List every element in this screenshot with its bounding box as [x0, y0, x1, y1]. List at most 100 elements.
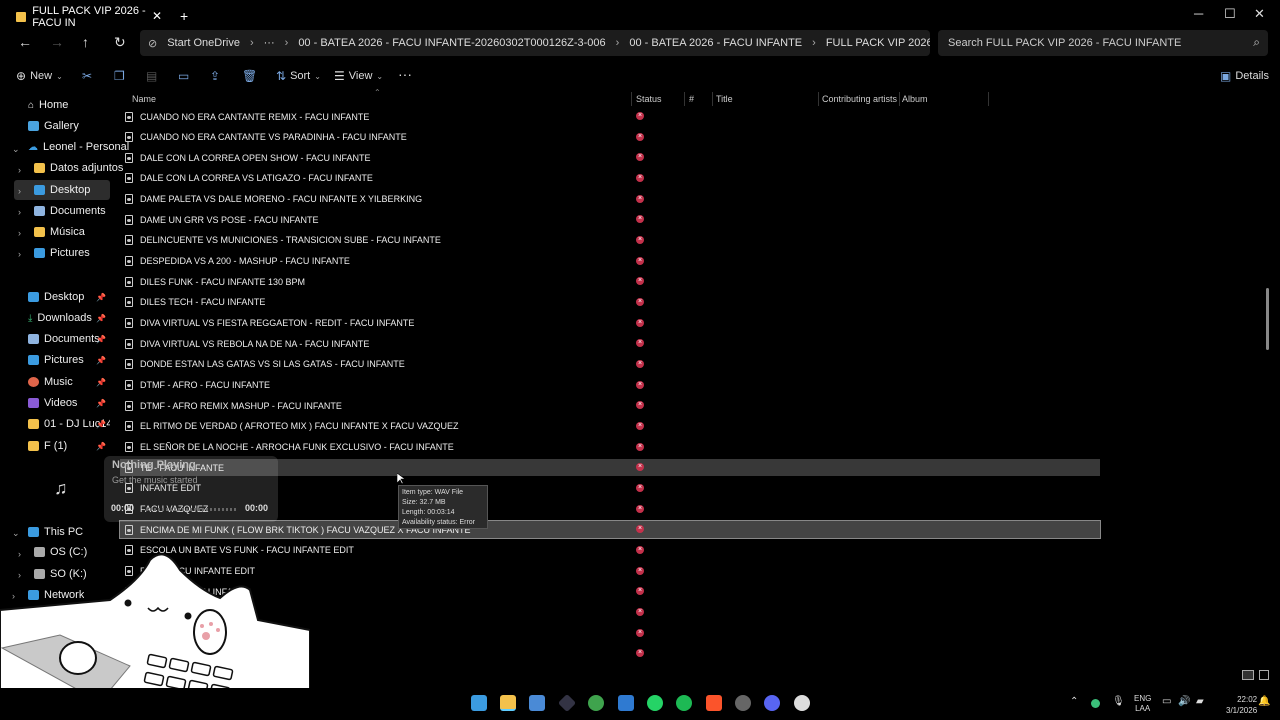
- chevron-down-icon[interactable]: ⌄: [12, 528, 20, 539]
- file-row[interactable]: DILES FUNK - FACU INFANTE 130 BPM ×: [120, 273, 1100, 290]
- status-dot-icon[interactable]: [1091, 699, 1100, 708]
- minimize-button[interactable]: ─: [1194, 6, 1203, 21]
- file-row[interactable]: DESPEDIDA VS A 200 - MASHUP - FACU INFAN…: [120, 253, 1100, 270]
- quick-access-f1[interactable]: F (1) 📌: [28, 436, 110, 456]
- breadcrumb-onedrive[interactable]: Start OneDrive: [167, 37, 240, 49]
- sidebar-item-documents[interactable]: Documents: [34, 201, 106, 221]
- close-window-button[interactable]: ✕: [1254, 6, 1265, 22]
- tray-overflow-icon[interactable]: ⌃: [1070, 697, 1078, 707]
- file-row[interactable]: DIVA VIRTUAL VS FIESTA REGGAETON - REDIT…: [120, 315, 1100, 332]
- close-tab-icon[interactable]: ✕: [152, 9, 162, 23]
- quick-access-desktop[interactable]: Desktop 📌: [28, 287, 110, 307]
- quick-access-downloads[interactable]: ⤓ Downloads 📌: [28, 308, 110, 328]
- file-row[interactable]: DAME UN GRR VS POSE - FACU INFANTE ×: [120, 211, 1100, 228]
- file-explorer-icon[interactable]: [500, 695, 516, 711]
- refresh-button[interactable]: ↻: [114, 34, 126, 51]
- search-input[interactable]: Search FULL PACK VIP 2026 - FACU INFANTE…: [938, 30, 1268, 56]
- battery-icon[interactable]: ▰: [1196, 697, 1204, 707]
- sidebar-item-home[interactable]: ⌂ Home: [28, 95, 68, 115]
- breadcrumb[interactable]: ⊘ Start OneDrive › ··· › 00 - BATEA 2026…: [140, 30, 930, 56]
- breadcrumb-ellipsis[interactable]: ···: [264, 37, 275, 49]
- sort-button[interactable]: ⇅ Sort ⌄: [276, 69, 321, 83]
- share-button[interactable]: ⇪: [210, 69, 220, 83]
- media-player-icon[interactable]: [794, 695, 810, 711]
- file-row[interactable]: DTMF - AFRO - FACU INFANTE ×: [120, 377, 1100, 394]
- file-row[interactable]: DELINCUENTE VS MUNICIONES - TRANSICION S…: [120, 232, 1100, 249]
- new-tab-button[interactable]: +: [180, 8, 188, 24]
- file-row[interactable]: EL SEÑOR DE LA NOCHE - ARROCHA FUNK EXCL…: [120, 439, 1100, 456]
- steam-icon[interactable]: [735, 695, 751, 711]
- sidebar-item-datos[interactable]: Datos adjuntos: [34, 158, 123, 178]
- player-progress[interactable]: [146, 508, 238, 511]
- breadcrumb-item[interactable]: 00 - BATEA 2026 - FACU INFANTE: [629, 37, 802, 49]
- file-row[interactable]: DILES TECH - FACU INFANTE ×: [120, 294, 1100, 311]
- file-row[interactable]: EL RITMO DE VERDAD ( AFROTEO MIX ) FACU …: [120, 418, 1100, 435]
- column-divider[interactable]: [818, 92, 819, 106]
- column-artists[interactable]: Contributing artists: [822, 94, 897, 104]
- column-status[interactable]: Status: [636, 94, 662, 104]
- quick-access-pictures[interactable]: Pictures 📌: [28, 350, 110, 370]
- sidebar-item-desktop[interactable]: Desktop: [14, 180, 110, 200]
- column-number[interactable]: #: [689, 94, 694, 104]
- view-button[interactable]: ☰ View ⌄: [334, 69, 383, 83]
- up-button[interactable]: ↑: [82, 34, 89, 50]
- rename-button[interactable]: ▭: [178, 69, 189, 83]
- sidebar-item-gallery[interactable]: Gallery: [28, 116, 79, 136]
- sidebar-item-pictures[interactable]: Pictures: [34, 243, 90, 263]
- chevron-right-icon[interactable]: ›: [18, 228, 21, 238]
- chevron-right-icon[interactable]: ›: [18, 186, 21, 196]
- cut-button[interactable]: ✂: [82, 69, 92, 83]
- back-button[interactable]: ←: [18, 34, 32, 50]
- quick-access-documents[interactable]: Documents 📌: [28, 329, 110, 349]
- notification-icon[interactable]: 🔔: [1258, 697, 1270, 707]
- discord-icon[interactable]: [764, 695, 780, 711]
- file-row[interactable]: DAME PALETA VS DALE MORENO - FACU INFANT…: [120, 191, 1100, 208]
- quick-access-dj[interactable]: 01 - DJ Luc14no📌: [28, 414, 110, 434]
- start-icon[interactable]: [471, 695, 487, 711]
- sidebar-item-this-pc[interactable]: This PC: [28, 522, 83, 542]
- language-indicator[interactable]: ENG LAA: [1134, 694, 1151, 714]
- spotify-icon[interactable]: [676, 695, 692, 711]
- file-row[interactable]: DIVA VIRTUAL VS REBOLA NA DE NA - FACU I…: [120, 335, 1100, 352]
- column-divider[interactable]: [712, 92, 713, 106]
- clock[interactable]: 22:02 3/1/2026: [1226, 694, 1257, 716]
- quick-access-music[interactable]: Music 📌: [28, 372, 110, 392]
- column-divider[interactable]: [631, 92, 632, 106]
- file-row[interactable]: CUANDO NO ERA CANTANTE VS PARADINHA - FA…: [120, 129, 1100, 146]
- column-title[interactable]: Title: [716, 94, 733, 104]
- file-row[interactable]: DONDE ESTAN LAS GATAS VS SI LAS GATAS - …: [120, 356, 1100, 373]
- forward-button[interactable]: →: [50, 34, 64, 50]
- chevron-down-icon[interactable]: ⌄: [12, 144, 20, 155]
- more-button[interactable]: ···: [398, 66, 412, 82]
- store-icon[interactable]: [529, 695, 545, 711]
- brave-icon[interactable]: [706, 695, 722, 711]
- delete-button[interactable]: 🗑: [242, 69, 257, 83]
- volume-icon[interactable]: 🔊: [1178, 697, 1190, 707]
- vertical-scrollbar[interactable]: [1266, 288, 1269, 350]
- chevron-right-icon[interactable]: ›: [18, 249, 21, 259]
- column-album[interactable]: Album: [902, 94, 928, 104]
- file-row[interactable]: DTMF - AFRO REMIX MASHUP - FACU INFANTE ×: [120, 397, 1100, 414]
- tiles-view-icon[interactable]: [1259, 670, 1269, 680]
- network-icon[interactable]: ▭: [1162, 697, 1171, 707]
- chevron-right-icon[interactable]: ›: [18, 165, 21, 175]
- file-row[interactable]: ENCIMA DE MI FUNK ( FLOW BRK TIKTOK ) FA…: [119, 520, 1101, 540]
- photos-icon[interactable]: [618, 695, 634, 711]
- details-view-icon[interactable]: [1242, 670, 1254, 680]
- breadcrumb-item[interactable]: 00 - BATEA 2026 - FACU INFANTE-20260302T…: [298, 37, 605, 49]
- explorer-tab[interactable]: FULL PACK VIP 2026 - FACU IN ✕: [8, 4, 168, 30]
- column-divider[interactable]: [988, 92, 989, 106]
- file-row[interactable]: CUANDO NO ERA CANTANTE REMIX - FACU INFA…: [120, 108, 1100, 125]
- column-name[interactable]: Name: [132, 94, 156, 104]
- paste-button[interactable]: ▤: [146, 69, 157, 83]
- chevron-right-icon[interactable]: ›: [18, 207, 21, 217]
- sidebar-item-musica[interactable]: Música: [34, 222, 85, 242]
- xbox-icon[interactable]: [588, 695, 604, 711]
- file-row[interactable]: DALE CON LA CORREA VS LATIGAZO - FACU IN…: [120, 170, 1100, 187]
- microphone-icon[interactable]: 🎙: [1112, 697, 1125, 707]
- player-subtitle[interactable]: Get the music started: [112, 475, 198, 485]
- column-divider[interactable]: [684, 92, 685, 106]
- quick-access-videos[interactable]: Videos 📌: [28, 393, 110, 413]
- new-button[interactable]: ⊕ New ⌄: [16, 69, 63, 83]
- column-divider[interactable]: [899, 92, 900, 106]
